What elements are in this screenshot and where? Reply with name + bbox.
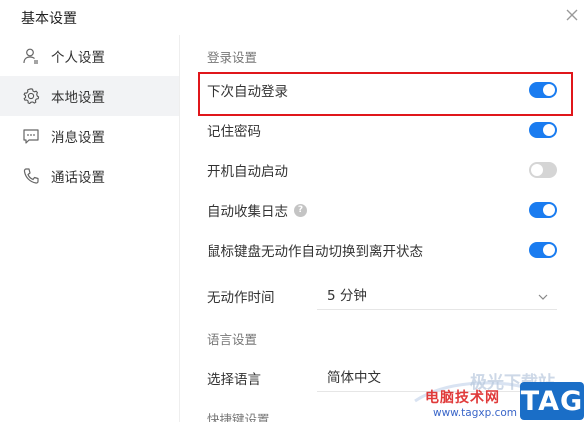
setting-label: 自动收集日志 (207, 204, 288, 220)
shortcut-section-title: 快捷键设置 (207, 412, 270, 422)
sidebar-item-call[interactable]: 通话设置 (0, 156, 179, 196)
toggle-knob (531, 164, 543, 176)
login-section-title: 登录设置 (207, 50, 258, 65)
toggle-knob (543, 204, 555, 216)
close-button[interactable] (563, 6, 581, 24)
settings-dialog: 基本设置 个人设置 本地设置 消息设置 通话设置 登录设置 下次自动登录 记住密… (0, 0, 586, 422)
close-icon (566, 9, 578, 21)
sidebar-item-local[interactable]: 本地设置 (0, 76, 179, 116)
setting-label-with-help: 自动收集日志 ? (207, 200, 307, 220)
auto-away-toggle[interactable] (529, 242, 557, 258)
language-section-title: 语言设置 (207, 332, 258, 347)
watermark-tag-logo: TAG (520, 382, 584, 420)
idle-time-value: 5 分钟 (327, 287, 367, 304)
sidebar-item-label: 个人设置 (51, 50, 105, 66)
sidebar-item-label: 通话设置 (51, 170, 105, 186)
setting-label: 鼠标键盘无动作自动切换到离开状态 (207, 244, 423, 260)
toggle-knob (543, 124, 555, 136)
dialog-title: 基本设置 (21, 11, 77, 27)
watermark-site-name: 电脑技术网 (425, 390, 500, 406)
setting-row-collect-logs: 自动收集日志 ? (207, 197, 557, 223)
annotation-highlight-box (198, 72, 573, 116)
gear-icon (22, 87, 40, 105)
setting-row-remember-password: 记住密码 (207, 117, 557, 143)
settings-sidebar: 个人设置 本地设置 消息设置 通话设置 (0, 35, 180, 422)
help-icon[interactable]: ? (294, 203, 307, 217)
sidebar-item-message[interactable]: 消息设置 (0, 116, 179, 156)
sidebar-item-personal[interactable]: 个人设置 (0, 36, 179, 76)
language-label: 选择语言 (207, 372, 261, 388)
chevron-down-icon (537, 288, 549, 300)
sidebar-item-label: 消息设置 (51, 130, 105, 146)
toggle-knob (543, 244, 555, 256)
watermark-url: www.tagxp.com (433, 407, 517, 419)
remember-password-toggle[interactable] (529, 122, 557, 138)
phone-icon (22, 167, 40, 185)
setting-row-startup: 开机自动启动 (207, 157, 557, 183)
language-value: 简体中文 (327, 369, 381, 386)
idle-time-label: 无动作时间 (207, 290, 275, 306)
message-icon (22, 127, 40, 145)
idle-time-select[interactable]: 5 分钟 (317, 278, 557, 310)
collect-logs-toggle[interactable] (529, 202, 557, 218)
sidebar-item-label: 本地设置 (51, 90, 105, 106)
user-icon (22, 47, 40, 65)
startup-toggle[interactable] (529, 162, 557, 178)
setting-row-auto-away: 鼠标键盘无动作自动切换到离开状态 (207, 237, 557, 263)
setting-label: 开机自动启动 (207, 164, 288, 180)
setting-label: 记住密码 (207, 124, 261, 140)
